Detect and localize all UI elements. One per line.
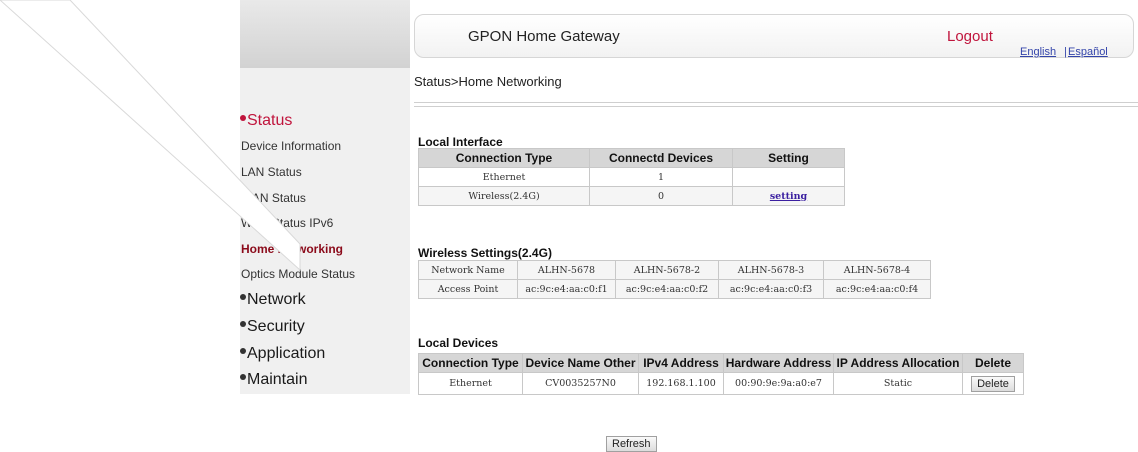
bullet-icon [240,294,246,300]
table-cell: Ethernet [418,167,590,187]
bullet-icon [240,115,246,121]
language-english-link[interactable]: English [1020,46,1056,58]
header-bar: GPON Home Gateway Logout English | Españ… [414,14,1134,58]
table-cell [732,167,845,187]
column-header: Connection Type [418,148,590,168]
local-devices-title: Local Devices [418,336,499,350]
table-row: Wireless(2.4G) 0 setting [418,186,845,206]
table-cell: 0 [589,186,733,206]
table-cell: Delete [962,372,1024,395]
sidebar-item-home-networking[interactable]: Home Networking [241,242,343,256]
sidebar-logo-area [240,0,410,68]
table-cell: 00:90:9e:9a:a0:e7 [723,372,834,395]
row-label: Access Point [418,279,518,299]
wireless-settings-table: Network Name ALHN-5678 ALHN-5678-2 ALHN-… [418,260,931,299]
sidebar-item-label: Maintain [247,371,308,388]
table-row: Ethernet 1 [418,167,845,187]
sidebar-item-label: Status [247,112,293,129]
wireless-setting-link[interactable]: setting [770,191,807,202]
row-label: Network Name [418,260,518,280]
table-row: Ethernet CV0035257N0 192.168.1.100 00:90… [418,372,1024,395]
app-title: GPON Home Gateway [468,28,620,45]
logout-link[interactable]: Logout [947,28,993,45]
wireless-settings-title: Wireless Settings(2.4G) [418,246,552,260]
sidebar-item-lan-status[interactable]: LAN Status [241,165,302,179]
breadcrumb: Status>Home Networking [414,74,562,89]
sidebar-item-label: Network [247,291,306,308]
table-cell: Static [833,372,963,395]
bullet-icon [240,374,246,380]
table-cell: ALHN-5678-3 [718,260,824,280]
local-devices-table: Connection Type Device Name Other IPv4 A… [418,353,1024,395]
table-row: Access Point ac:9c:e4:aa:c0:f1 ac:9c:e4:… [418,279,931,299]
language-spanish-link[interactable]: Español [1068,46,1108,58]
column-header: Connectd Devices [589,148,733,168]
refresh-button[interactable]: Refresh [606,436,657,452]
sidebar: Status Device Information LAN Status WAN… [240,0,410,394]
sidebar-item-status[interactable]: Status [240,112,292,130]
table-cell: ac:9c:e4:aa:c0:f3 [718,279,824,299]
divider [414,102,1138,107]
sidebar-item-application[interactable]: Application [240,345,325,363]
column-header: Delete [962,353,1024,373]
table-cell: Wireless(2.4G) [418,186,590,206]
sidebar-item-label: Security [247,318,305,335]
table-cell: ALHN-5678-2 [615,260,719,280]
sidebar-item-maintain[interactable]: Maintain [240,371,307,389]
table-row: Network Name ALHN-5678 ALHN-5678-2 ALHN-… [418,260,931,280]
table-cell: setting [732,186,845,206]
language-separator: | [1064,46,1067,58]
column-header: Connection Type [418,353,523,373]
sidebar-item-label: Application [247,345,326,362]
table-cell: ac:9c:e4:aa:c0:f4 [823,279,931,299]
table-cell: ac:9c:e4:aa:c0:f1 [517,279,616,299]
column-header: Hardware Address [723,353,834,373]
table-cell: ac:9c:e4:aa:c0:f2 [615,279,719,299]
table-cell: Ethernet [418,372,523,395]
table-cell: ALHN-5678 [517,260,616,280]
sidebar-item-device-information[interactable]: Device Information [241,139,341,153]
table-cell: 192.168.1.100 [638,372,724,395]
local-interface-title: Local Interface [418,135,503,149]
sidebar-item-wan-status[interactable]: WAN Status [241,191,306,205]
sidebar-item-wan-status-ipv6[interactable]: WAN Status IPv6 [241,216,333,230]
table-cell: 1 [589,167,733,187]
column-header: Device Name Other [522,353,639,373]
sidebar-item-security[interactable]: Security [240,318,305,336]
column-header: IP Address Allocation [833,353,963,373]
table-cell: ALHN-5678-4 [823,260,931,280]
local-interface-table: Connection Type Connectd Devices Setting… [418,148,845,206]
column-header: Setting [732,148,845,168]
table-header-row: Connection Type Connectd Devices Setting [418,148,845,168]
sidebar-item-optics-module-status[interactable]: Optics Module Status [241,267,355,281]
bullet-icon [240,321,246,327]
delete-button[interactable]: Delete [971,375,1015,392]
table-cell: CV0035257N0 [522,372,639,395]
table-header-row: Connection Type Device Name Other IPv4 A… [418,353,1024,373]
column-header: IPv4 Address [638,353,724,373]
sidebar-item-network[interactable]: Network [240,291,306,309]
bullet-icon [240,348,246,354]
